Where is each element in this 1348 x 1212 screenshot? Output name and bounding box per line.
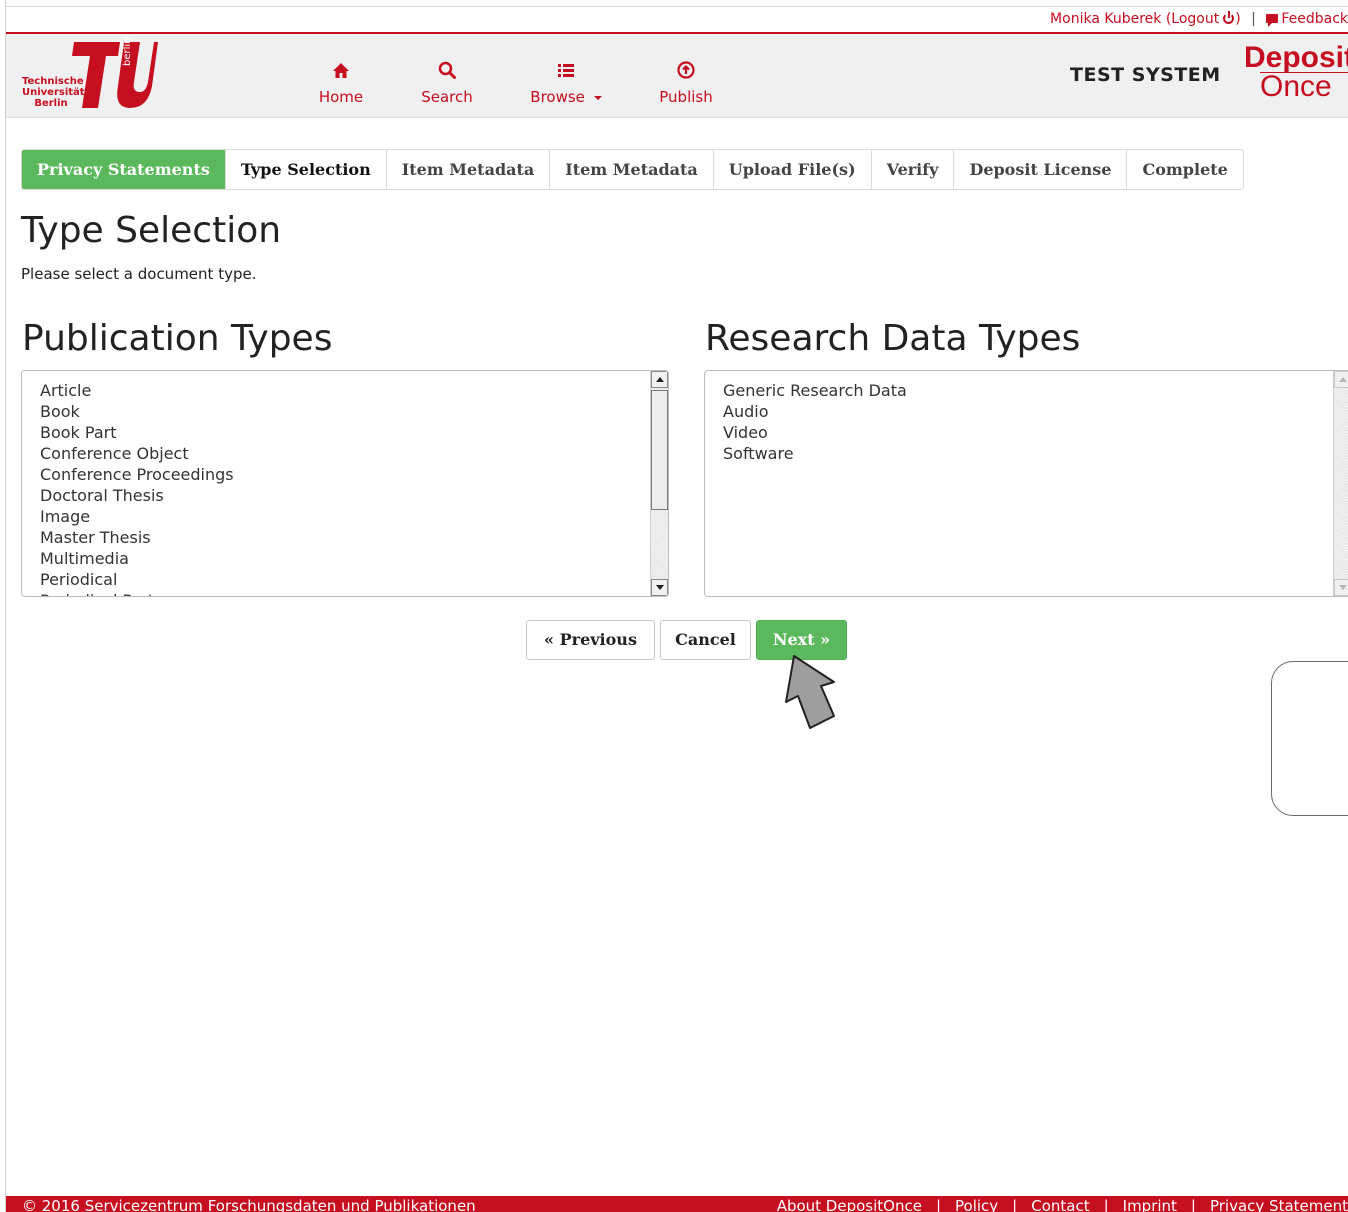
list-option[interactable]: Periodical Part — [40, 590, 668, 596]
publication-types-options: Article Book Book Part Conference Object Con… — [22, 371, 668, 596]
nav-browse-label: Browse — [530, 88, 585, 106]
scroll-up-button[interactable] — [1334, 371, 1348, 388]
logout-label: (Logout — [1165, 11, 1220, 27]
list-option[interactable]: Multimedia — [40, 548, 668, 569]
scroll-thumb[interactable] — [651, 390, 668, 510]
research-data-types-title: Research Data Types — [705, 318, 1081, 359]
footer-copyright: © 2016 Servicezentrum Forschungsdaten un… — [22, 1197, 476, 1212]
step-type-selection: Type Selection — [225, 150, 387, 189]
site-header: Technische Universität Berlin berlin Hom… — [6, 32, 1348, 118]
nav-publish[interactable]: Publish — [658, 60, 714, 106]
footer-separator: | — [935, 1197, 941, 1212]
upload-circle-icon — [658, 60, 714, 82]
footer-link-privacy[interactable]: Privacy Statement — [1210, 1197, 1348, 1212]
brand-once: Once — [1260, 72, 1348, 102]
depositonce-logo[interactable]: Deposit Once — [1244, 41, 1348, 102]
logout-link[interactable]: (Logout) — [1166, 11, 1241, 27]
step-item-metadata-2: Item Metadata — [550, 150, 714, 189]
feedback-link[interactable]: Feedback — [1266, 11, 1348, 27]
window-left-edge — [0, 0, 6, 1212]
submission-progress: Privacy Statements Type Selection Item M… — [21, 149, 1244, 190]
step-deposit-license: Deposit License — [954, 150, 1128, 189]
list-icon — [528, 60, 604, 82]
user-menu: Monika Kuberek (Logout) | Feedback — [1050, 11, 1348, 27]
step-privacy-statements[interactable]: Privacy Statements — [22, 150, 226, 189]
scroll-down-button[interactable] — [651, 579, 668, 596]
list-option[interactable]: Doctoral Thesis — [40, 485, 668, 506]
search-icon — [420, 60, 474, 82]
home-icon — [318, 60, 364, 82]
logo-vertical-text: berlin — [122, 37, 133, 66]
feedback-label: Feedback — [1281, 11, 1348, 27]
research-data-types-select[interactable]: Generic Research Data Audio Video Software — [704, 370, 1348, 597]
nav-home[interactable]: Home — [318, 60, 364, 106]
previous-button[interactable]: « Previous — [526, 620, 655, 660]
list-option[interactable]: Book — [40, 401, 668, 422]
list-option[interactable]: Audio — [723, 401, 1348, 422]
nav-search[interactable]: Search — [420, 60, 474, 106]
nav-home-label: Home — [318, 88, 364, 106]
brand-deposit: Deposit — [1244, 41, 1348, 74]
caret-down-icon — [593, 96, 602, 100]
list-option[interactable]: Video — [723, 422, 1348, 443]
side-panel-widget[interactable] — [1271, 661, 1348, 816]
logo-line-1: Technische — [22, 76, 84, 87]
tu-berlin-logo[interactable]: Technische Universität Berlin berlin — [18, 37, 158, 116]
footer-link-about[interactable]: About DepositOnce — [777, 1197, 922, 1212]
logo-line-3: Berlin — [34, 98, 68, 109]
list-option[interactable]: Conference Proceedings — [40, 464, 668, 485]
power-icon — [1223, 11, 1235, 24]
footer-link-policy[interactable]: Policy — [955, 1197, 998, 1212]
list-option[interactable]: Master Thesis — [40, 527, 668, 548]
list-option[interactable]: Generic Research Data — [723, 380, 1348, 401]
publication-types-select[interactable]: Article Book Book Part Conference Object Con… — [21, 370, 669, 597]
nav-browse[interactable]: Browse — [528, 60, 604, 106]
cancel-button[interactable]: Cancel — [660, 620, 751, 660]
scroll-down-button[interactable] — [1334, 579, 1348, 596]
list-option[interactable]: Periodical — [40, 569, 668, 590]
publication-scrollbar[interactable] — [650, 371, 668, 596]
step-upload-files: Upload File(s) — [714, 150, 872, 189]
scroll-up-button[interactable] — [651, 371, 668, 388]
nav-publish-label: Publish — [659, 88, 713, 106]
page-title: Type Selection — [21, 210, 282, 251]
utility-bar: Monika Kuberek (Logout) | Feedback — [6, 6, 1348, 33]
publication-types-title: Publication Types — [22, 318, 333, 359]
list-option[interactable]: Article — [40, 380, 668, 401]
footer-separator: | — [1190, 1197, 1196, 1212]
list-option[interactable]: Conference Object — [40, 443, 668, 464]
logo-line-2: Universität — [22, 87, 85, 98]
logout-close: ) — [1235, 11, 1241, 27]
footer-links: About DepositOnce | Policy | Contact | Imprint… — [777, 1197, 1348, 1212]
site-footer: © 2016 Servicezentrum Forschungsdaten un… — [6, 1196, 1348, 1212]
footer-link-imprint[interactable]: Imprint — [1123, 1197, 1177, 1212]
nav-search-label: Search — [421, 88, 473, 106]
research-scrollbar[interactable] — [1333, 371, 1348, 596]
tu-logo-text: Technische Universität Berlin — [22, 76, 85, 109]
list-option[interactable]: Book Part — [40, 422, 668, 443]
footer-separator: | — [1012, 1197, 1018, 1212]
footer-link-contact[interactable]: Contact — [1031, 1197, 1089, 1212]
step-item-metadata-1: Item Metadata — [387, 150, 551, 189]
topbar-separator: | — [1251, 11, 1256, 27]
list-option[interactable]: Software — [723, 443, 1348, 464]
pointer-arrow-icon — [785, 655, 835, 729]
user-name-link[interactable]: Monika Kuberek — [1050, 11, 1161, 27]
footer-separator: | — [1103, 1197, 1109, 1212]
page-instructions: Please select a document type. — [21, 265, 257, 283]
test-system-label: TEST SYSTEM — [1070, 64, 1221, 86]
research-data-types-options: Generic Research Data Audio Video Software — [705, 371, 1348, 464]
comment-icon — [1266, 14, 1279, 27]
step-verify: Verify — [872, 150, 955, 189]
step-complete: Complete — [1142, 160, 1228, 179]
list-option[interactable]: Image — [40, 506, 668, 527]
